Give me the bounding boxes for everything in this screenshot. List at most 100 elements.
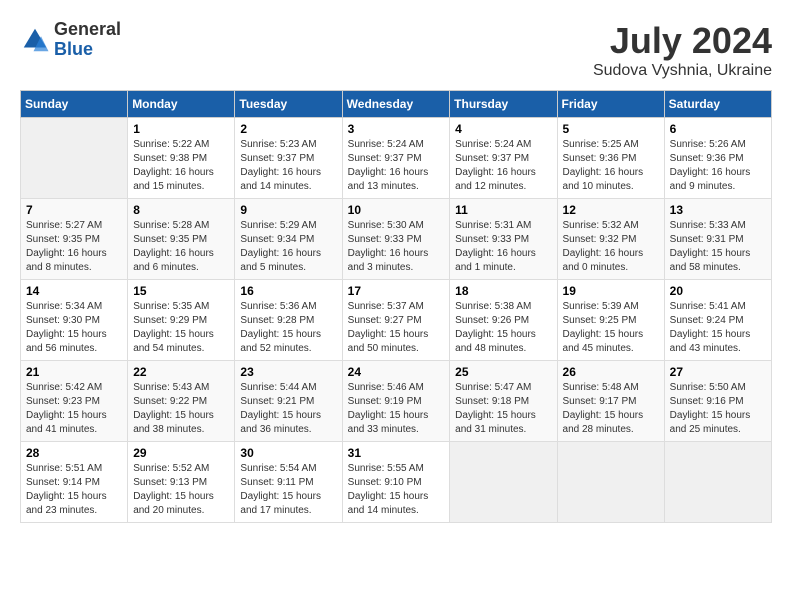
calendar-cell: 11 Sunrise: 5:31 AMSunset: 9:33 PMDayligh…	[450, 199, 557, 280]
day-info: Sunrise: 5:29 AMSunset: 9:34 PMDaylight:…	[240, 219, 336, 275]
calendar-cell: 14Sunrise: 5:34 AMSunset: 9:30 PMDayligh…	[21, 280, 128, 361]
logo-blue: Blue	[54, 40, 121, 60]
day-info: Sunrise: 5:24 AMSunset: 9:37 PMDaylight:…	[455, 138, 551, 194]
calendar-cell: 10 Sunrise: 5:30 AMSunset: 9:33 PMDayligh…	[342, 199, 450, 280]
day-number: 18	[455, 284, 551, 298]
header-friday: Friday	[557, 91, 664, 118]
day-info: Sunrise: 5:55 AMSunset: 9:10 PMDaylight:…	[348, 462, 445, 518]
calendar-cell: 17Sunrise: 5:37 AMSunset: 9:27 PMDayligh…	[342, 280, 450, 361]
day-info: Sunrise: 5:26 AMSunset: 9:36 PMDaylight:…	[670, 138, 766, 194]
day-number: 31	[348, 446, 445, 460]
header-tuesday: Tuesday	[235, 91, 342, 118]
month-title: July 2024	[593, 20, 772, 62]
week-row-3: 14Sunrise: 5:34 AMSunset: 9:30 PMDayligh…	[21, 280, 772, 361]
calendar-cell: 16Sunrise: 5:36 AMSunset: 9:28 PMDayligh…	[235, 280, 342, 361]
day-number: 23	[240, 365, 336, 379]
day-info: Sunrise: 5:46 AMSunset: 9:19 PMDaylight:…	[348, 381, 445, 437]
calendar-cell: 13Sunrise: 5:33 AMSunset: 9:31 PMDayligh…	[664, 199, 771, 280]
calendar-cell	[664, 442, 771, 523]
day-number: 12	[563, 203, 659, 217]
calendar-cell: 2 Sunrise: 5:23 AMSunset: 9:37 PMDaylight…	[235, 118, 342, 199]
calendar-cell: 12 Sunrise: 5:32 AMSunset: 9:32 PMDayligh…	[557, 199, 664, 280]
day-info: Sunrise: 5:41 AMSunset: 9:24 PMDaylight:…	[670, 300, 766, 356]
day-number: 1	[133, 122, 229, 136]
day-info: Sunrise: 5:44 AMSunset: 9:21 PMDaylight:…	[240, 381, 336, 437]
day-number: 16	[240, 284, 336, 298]
day-info: Sunrise: 5:38 AMSunset: 9:26 PMDaylight:…	[455, 300, 551, 356]
day-info: Sunrise: 5:32 AMSunset: 9:32 PMDaylight:…	[563, 219, 659, 275]
day-number: 5	[563, 122, 659, 136]
header-wednesday: Wednesday	[342, 91, 450, 118]
logo-icon	[20, 25, 50, 55]
day-info: Sunrise: 5:42 AMSunset: 9:23 PMDaylight:…	[26, 381, 122, 437]
day-info: Sunrise: 5:47 AMSunset: 9:18 PMDaylight:…	[455, 381, 551, 437]
day-info: Sunrise: 5:35 AMSunset: 9:29 PMDaylight:…	[133, 300, 229, 356]
calendar-cell	[21, 118, 128, 199]
calendar-cell: 30 Sunrise: 5:54 AMSunset: 9:11 PMDayligh…	[235, 442, 342, 523]
day-number: 17	[348, 284, 445, 298]
day-number: 27	[670, 365, 766, 379]
day-number: 3	[348, 122, 445, 136]
day-number: 2	[240, 122, 336, 136]
day-info: Sunrise: 5:27 AMSunset: 9:35 PMDaylight:…	[26, 219, 122, 275]
day-info: Sunrise: 5:54 AMSunset: 9:11 PMDaylight:…	[240, 462, 336, 518]
day-number: 19	[563, 284, 659, 298]
calendar-cell: 24 Sunrise: 5:46 AMSunset: 9:19 PMDayligh…	[342, 361, 450, 442]
calendar-cell: 29 Sunrise: 5:52 AMSunset: 9:13 PMDayligh…	[128, 442, 235, 523]
week-row-2: 7 Sunrise: 5:27 AMSunset: 9:35 PMDaylight…	[21, 199, 772, 280]
calendar-cell: 22 Sunrise: 5:43 AMSunset: 9:22 PMDayligh…	[128, 361, 235, 442]
day-info: Sunrise: 5:43 AMSunset: 9:22 PMDaylight:…	[133, 381, 229, 437]
calendar-cell: 15 Sunrise: 5:35 AMSunset: 9:29 PMDayligh…	[128, 280, 235, 361]
week-row-5: 28Sunrise: 5:51 AMSunset: 9:14 PMDayligh…	[21, 442, 772, 523]
day-number: 11	[455, 203, 551, 217]
day-number: 10	[348, 203, 445, 217]
calendar-cell: 8 Sunrise: 5:28 AMSunset: 9:35 PMDaylight…	[128, 199, 235, 280]
calendar-cell: 5 Sunrise: 5:25 AMSunset: 9:36 PMDaylight…	[557, 118, 664, 199]
page-header: General Blue July 2024 Sudova Vyshnia, U…	[20, 20, 772, 80]
day-number: 28	[26, 446, 122, 460]
day-number: 7	[26, 203, 122, 217]
calendar-cell: 7 Sunrise: 5:27 AMSunset: 9:35 PMDaylight…	[21, 199, 128, 280]
day-number: 20	[670, 284, 766, 298]
day-number: 25	[455, 365, 551, 379]
day-info: Sunrise: 5:48 AMSunset: 9:17 PMDaylight:…	[563, 381, 659, 437]
header-thursday: Thursday	[450, 91, 557, 118]
calendar-cell	[450, 442, 557, 523]
logo: General Blue	[20, 20, 121, 60]
day-number: 29	[133, 446, 229, 460]
week-row-1: 1 Sunrise: 5:22 AMSunset: 9:38 PMDaylight…	[21, 118, 772, 199]
day-number: 26	[563, 365, 659, 379]
day-info: Sunrise: 5:34 AMSunset: 9:30 PMDaylight:…	[26, 300, 122, 356]
day-info: Sunrise: 5:25 AMSunset: 9:36 PMDaylight:…	[563, 138, 659, 194]
logo-general: General	[54, 20, 121, 40]
calendar-cell: 18 Sunrise: 5:38 AMSunset: 9:26 PMDayligh…	[450, 280, 557, 361]
day-info: Sunrise: 5:30 AMSunset: 9:33 PMDaylight:…	[348, 219, 445, 275]
calendar-cell: 19 Sunrise: 5:39 AMSunset: 9:25 PMDayligh…	[557, 280, 664, 361]
header-row: SundayMondayTuesdayWednesdayThursdayFrid…	[21, 91, 772, 118]
calendar-cell: 20 Sunrise: 5:41 AMSunset: 9:24 PMDayligh…	[664, 280, 771, 361]
day-number: 24	[348, 365, 445, 379]
day-number: 15	[133, 284, 229, 298]
day-info: Sunrise: 5:50 AMSunset: 9:16 PMDaylight:…	[670, 381, 766, 437]
header-sunday: Sunday	[21, 91, 128, 118]
week-row-4: 21Sunrise: 5:42 AMSunset: 9:23 PMDayligh…	[21, 361, 772, 442]
day-info: Sunrise: 5:33 AMSunset: 9:31 PMDaylight:…	[670, 219, 766, 275]
day-info: Sunrise: 5:22 AMSunset: 9:38 PMDaylight:…	[133, 138, 229, 194]
calendar-cell: 25 Sunrise: 5:47 AMSunset: 9:18 PMDayligh…	[450, 361, 557, 442]
calendar-cell: 31 Sunrise: 5:55 AMSunset: 9:10 PMDayligh…	[342, 442, 450, 523]
title-section: July 2024 Sudova Vyshnia, Ukraine	[593, 20, 772, 80]
day-info: Sunrise: 5:23 AMSunset: 9:37 PMDaylight:…	[240, 138, 336, 194]
day-number: 22	[133, 365, 229, 379]
day-info: Sunrise: 5:31 AMSunset: 9:33 PMDaylight:…	[455, 219, 551, 275]
calendar-cell: 9Sunrise: 5:29 AMSunset: 9:34 PMDaylight…	[235, 199, 342, 280]
calendar-cell: 4Sunrise: 5:24 AMSunset: 9:37 PMDaylight…	[450, 118, 557, 199]
day-info: Sunrise: 5:39 AMSunset: 9:25 PMDaylight:…	[563, 300, 659, 356]
header-monday: Monday	[128, 91, 235, 118]
day-number: 30	[240, 446, 336, 460]
calendar-cell: 28Sunrise: 5:51 AMSunset: 9:14 PMDayligh…	[21, 442, 128, 523]
day-number: 8	[133, 203, 229, 217]
day-info: Sunrise: 5:52 AMSunset: 9:13 PMDaylight:…	[133, 462, 229, 518]
calendar-cell: 1 Sunrise: 5:22 AMSunset: 9:38 PMDaylight…	[128, 118, 235, 199]
calendar-cell: 23 Sunrise: 5:44 AMSunset: 9:21 PMDayligh…	[235, 361, 342, 442]
day-info: Sunrise: 5:28 AMSunset: 9:35 PMDaylight:…	[133, 219, 229, 275]
